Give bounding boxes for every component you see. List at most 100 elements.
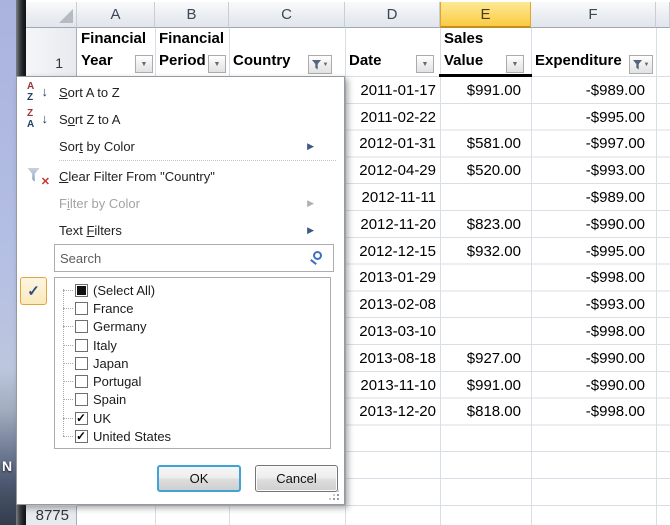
expenditure-cell[interactable]: -$998.00 [531,269,656,286]
expenditure-cell[interactable]: -$995.00 [531,243,656,260]
checkbox-icon[interactable] [75,320,88,333]
filter-dropdown-button-date[interactable]: ▼ [416,55,434,73]
expenditure-cell[interactable]: -$989.00 [531,189,656,206]
checkbox-icon[interactable] [75,302,88,315]
table-row[interactable]: 2013-11-10 $991.00 -$990.00 [345,372,656,399]
date-cell[interactable]: 2013-12-20 [345,403,440,420]
filter-dropdown-button-financial-period[interactable]: ▼ [208,55,226,73]
date-cell[interactable]: 2012-11-20 [345,216,440,233]
filter-funnel-button-country[interactable]: ▼ [308,55,332,74]
date-cell[interactable]: 2013-11-10 [345,377,440,394]
table-row[interactable]: 2013-12-20 $818.00 -$998.00 [345,399,656,426]
row-header-1[interactable]: 1 [26,28,77,77]
checkbox-icon[interactable] [75,357,88,370]
header-cell-date[interactable]: Date [345,28,415,76]
header-cell-sales-value[interactable]: SalesValue [440,28,510,76]
table-row[interactable]: 2011-01-17 $991.00 -$989.00 [345,77,656,104]
date-cell[interactable]: 2012-12-15 [345,243,440,260]
checkbox-icon[interactable] [75,393,88,406]
menu-item-clear-filter[interactable]: ✕ Clear Filter From "Country" [17,163,344,190]
column-header-f[interactable]: F [531,2,656,28]
table-row[interactable]: 2013-08-18 $927.00 -$990.00 [345,345,656,372]
menu-item-label: Text Filters [59,223,122,238]
column-header-d[interactable]: D [345,2,440,28]
filter-dropdown-button-financial-year[interactable]: ▼ [135,55,153,73]
column-header-b[interactable]: B [155,2,229,28]
search-input[interactable] [54,244,334,272]
search-icon[interactable] [313,251,322,260]
date-cell[interactable]: 2013-03-10 [345,323,440,340]
expenditure-cell[interactable]: -$998.00 [531,403,656,420]
table-row[interactable]: 2012-11-11 -$989.00 [345,184,656,211]
table-row[interactable]: 2011-02-22 -$995.00 [345,104,656,131]
expenditure-cell[interactable]: -$995.00 [531,109,656,126]
filter-value-option[interactable]: Portugal [55,372,330,390]
submenu-arrow-icon: ▶ [307,225,314,236]
table-row[interactable]: 2013-02-08 -$993.00 [345,291,656,318]
column-header-c[interactable]: C [229,2,345,28]
select-all-corner[interactable] [26,2,77,28]
date-cell[interactable]: 2011-02-22 [345,109,440,126]
cancel-button[interactable]: Cancel [255,465,338,492]
date-cell[interactable]: 2012-01-31 [345,135,440,152]
date-cell[interactable]: 2012-11-11 [345,189,440,206]
filter-value-label: Portugal [93,374,141,389]
checkbox-icon[interactable] [75,430,88,443]
column-header-e-selected[interactable]: E [440,2,531,28]
sales-value-cell[interactable]: $991.00 [440,377,531,394]
column-header-a[interactable]: A [77,2,155,28]
expenditure-cell[interactable]: -$997.00 [531,135,656,152]
expenditure-cell[interactable]: -$990.00 [531,350,656,367]
expenditure-cell[interactable]: -$998.00 [531,323,656,340]
sales-value-cell[interactable]: $991.00 [440,82,531,99]
menu-item-text-filters[interactable]: Text Filters ▶ [17,217,344,244]
date-cell[interactable]: 2011-01-17 [345,82,440,99]
date-cell[interactable]: 2012-04-29 [345,162,440,179]
date-cell[interactable]: 2013-08-18 [345,350,440,367]
filter-value-option[interactable]: France [55,299,330,317]
checkbox-icon[interactable] [75,412,88,425]
filter-value-option[interactable]: Japan [55,354,330,372]
row-header-8775[interactable]: 8775 [26,506,77,525]
sales-value-cell[interactable]: $932.00 [440,243,531,260]
table-row[interactable]: 2012-01-31 $581.00 -$997.00 [345,131,656,158]
table-rows: 2011-01-17 $991.00 -$989.00 2011-02-22 -… [345,77,656,425]
menu-item-sort-a-to-z[interactable]: A Z ↓ Sort A to Z [17,79,344,106]
table-row[interactable]: 2012-11-20 $823.00 -$990.00 [345,211,656,238]
menu-item-sort-by-color[interactable]: Sort by Color ▶ [17,133,344,160]
date-cell[interactable]: 2013-02-08 [345,296,440,313]
filter-value-option[interactable]: Italy [55,336,330,354]
sales-value-cell[interactable]: $520.00 [440,162,531,179]
table-row[interactable]: 2013-01-29 -$998.00 [345,265,656,292]
filter-value-option[interactable]: Spain [55,391,330,409]
date-cell[interactable]: 2013-01-29 [345,269,440,286]
resize-grip[interactable] [328,489,340,501]
column-header-partial[interactable] [656,2,670,28]
tree-line [63,289,64,436]
header-cell-expenditure[interactable]: Expenditure [531,28,631,76]
checkbox-icon[interactable] [75,284,88,297]
sales-value-cell[interactable]: $818.00 [440,403,531,420]
tree-twig [63,326,73,327]
table-row[interactable]: 2012-04-29 $520.00 -$993.00 [345,157,656,184]
expenditure-cell[interactable]: -$993.00 [531,162,656,179]
checkbox-icon[interactable] [75,339,88,352]
expenditure-cell[interactable]: -$989.00 [531,82,656,99]
filter-value-option[interactable]: UK [55,409,330,427]
expenditure-cell[interactable]: -$993.00 [531,296,656,313]
ok-button[interactable]: OK [157,465,241,492]
sales-value-cell[interactable]: $823.00 [440,216,531,233]
filter-value-option[interactable]: (Select All) [55,281,330,299]
expenditure-cell[interactable]: -$990.00 [531,216,656,233]
filter-value-option[interactable]: Germany [55,318,330,336]
checkbox-icon[interactable] [75,375,88,388]
menu-item-sort-z-to-a[interactable]: Z A ↓ Sort Z to A [17,106,344,133]
filter-funnel-button-expenditure[interactable]: ▼ [629,55,653,74]
table-row[interactable]: 2013-03-10 -$998.00 [345,318,656,345]
table-row[interactable]: 2012-12-15 $932.00 -$995.00 [345,238,656,265]
expenditure-cell[interactable]: -$990.00 [531,377,656,394]
filter-dropdown-button-sales-value[interactable]: ▼ [506,55,524,73]
sales-value-cell[interactable]: $581.00 [440,135,531,152]
filter-value-option[interactable]: United States [55,427,330,445]
sales-value-cell[interactable]: $927.00 [440,350,531,367]
